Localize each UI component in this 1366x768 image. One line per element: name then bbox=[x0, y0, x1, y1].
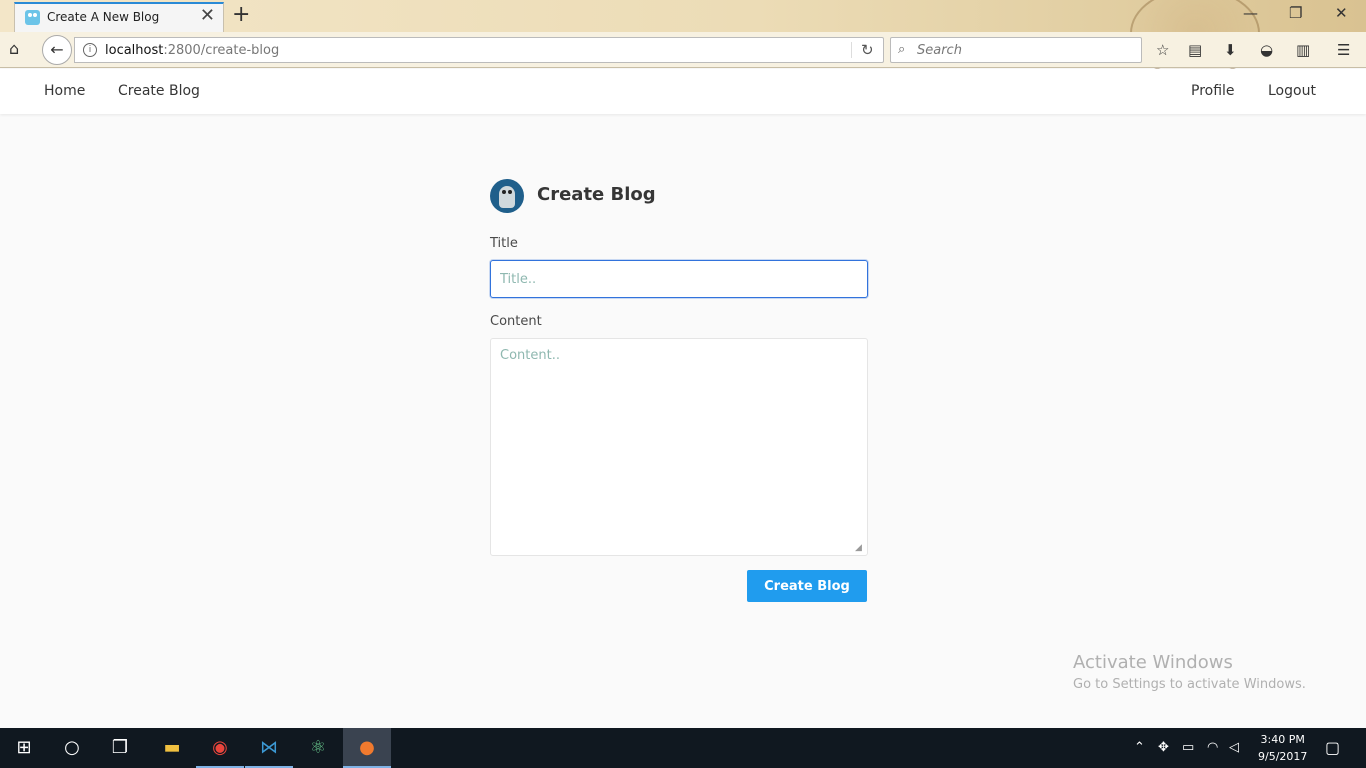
close-tab-icon[interactable]: ✕ bbox=[200, 7, 215, 25]
reload-icon[interactable]: ↻ bbox=[861, 41, 874, 59]
maximize-window-icon[interactable]: ❐ bbox=[1289, 4, 1302, 22]
pocket-icon[interactable]: ◒ bbox=[1260, 42, 1273, 58]
url-divider bbox=[851, 42, 852, 58]
menu-icon[interactable]: ☰ bbox=[1337, 42, 1350, 58]
nav-create-blog-link[interactable]: Create Blog bbox=[118, 83, 200, 99]
clock-date: 9/5/2017 bbox=[1258, 750, 1308, 763]
nav-profile-link[interactable]: Profile bbox=[1191, 83, 1235, 99]
back-button[interactable]: ← bbox=[42, 35, 72, 65]
windows-taskbar: ⊞ ○ ❐ ▬ ◉ ⋈ ⚛ ● ⌃ ✥ ▭ ◠ ◁ 3:40 PM 9/5/20… bbox=[0, 728, 1366, 768]
library-icon[interactable]: ▤ bbox=[1188, 42, 1202, 58]
browser-nav-bar: ⌂ ← i localhost:2800/create-blog ↻ ⌕ Sea… bbox=[0, 32, 1366, 68]
search-icon: ⌕ bbox=[898, 42, 906, 57]
file-explorer-icon[interactable]: ▬ bbox=[148, 728, 196, 768]
tab-title: Create A New Blog bbox=[47, 10, 160, 24]
volume-icon[interactable]: ◁ bbox=[1229, 740, 1239, 755]
sidebar-icon[interactable]: ▥ bbox=[1296, 42, 1310, 58]
browser-tab[interactable]: Create A New Blog ✕ bbox=[14, 2, 224, 32]
site-navbar: Home Create Blog Profile Logout bbox=[0, 69, 1366, 114]
battery-icon[interactable]: ▭ bbox=[1182, 740, 1194, 755]
content-label: Content bbox=[490, 314, 542, 329]
title-input[interactable] bbox=[490, 260, 868, 298]
clock-time: 3:40 PM bbox=[1260, 733, 1305, 746]
info-icon[interactable]: i bbox=[83, 43, 97, 57]
cortana-icon[interactable]: ○ bbox=[48, 728, 96, 768]
title-label: Title bbox=[490, 236, 518, 251]
page-content: Home Create Blog Profile Logout Create B… bbox=[0, 69, 1366, 728]
close-window-icon[interactable]: ✕ bbox=[1335, 4, 1348, 22]
resize-handle-icon[interactable]: ◢ bbox=[855, 543, 862, 553]
watermark-title: Activate Windows bbox=[1073, 652, 1233, 673]
bookmark-star-icon[interactable]: ☆ bbox=[1156, 42, 1169, 58]
content-textarea[interactable] bbox=[490, 338, 868, 556]
system-clock[interactable]: 3:40 PM 9/5/2017 bbox=[1258, 731, 1307, 765]
search-placeholder: Search bbox=[917, 43, 962, 58]
gopher-favicon-icon bbox=[25, 10, 40, 25]
create-blog-button[interactable]: Create Blog bbox=[747, 570, 867, 602]
download-icon[interactable]: ⬇ bbox=[1224, 42, 1237, 58]
gopher-avatar-icon bbox=[490, 179, 524, 213]
task-view-icon[interactable]: ❐ bbox=[96, 728, 144, 768]
wifi-icon[interactable]: ◠ bbox=[1207, 740, 1218, 755]
tray-expand-icon[interactable]: ⌃ bbox=[1134, 740, 1145, 755]
new-tab-button[interactable]: + bbox=[232, 4, 250, 26]
url-path: :2800/create-blog bbox=[163, 43, 280, 58]
nav-home-link[interactable]: Home bbox=[44, 83, 85, 99]
nav-logout-link[interactable]: Logout bbox=[1268, 83, 1316, 99]
firefox-icon[interactable]: ● bbox=[343, 728, 391, 768]
browser-tab-bar: Create A New Blog ✕ + — ❐ ✕ bbox=[0, 0, 1366, 78]
atom-icon[interactable]: ⚛ bbox=[294, 728, 342, 768]
watermark-subtitle: Go to Settings to activate Windows. bbox=[1073, 677, 1306, 692]
url-text[interactable]: localhost:2800/create-blog bbox=[105, 43, 279, 58]
chrome-icon[interactable]: ◉ bbox=[196, 728, 244, 768]
activate-windows-watermark: Activate Windows Go to Settings to activ… bbox=[1073, 652, 1306, 692]
vscode-icon[interactable]: ⋈ bbox=[245, 728, 293, 768]
action-center-icon[interactable]: ▢ bbox=[1325, 738, 1340, 757]
form-heading: Create Blog bbox=[537, 184, 656, 205]
url-bar[interactable]: i localhost:2800/create-blog ↻ bbox=[74, 37, 884, 63]
home-icon[interactable]: ⌂ bbox=[9, 41, 19, 57]
url-host: localhost bbox=[105, 43, 164, 58]
start-menu-icon[interactable]: ⊞ bbox=[0, 728, 48, 768]
dropbox-icon[interactable]: ✥ bbox=[1158, 740, 1169, 755]
browser-search-bar[interactable]: ⌕ Search bbox=[890, 37, 1142, 63]
minimize-window-icon[interactable]: — bbox=[1243, 4, 1258, 22]
